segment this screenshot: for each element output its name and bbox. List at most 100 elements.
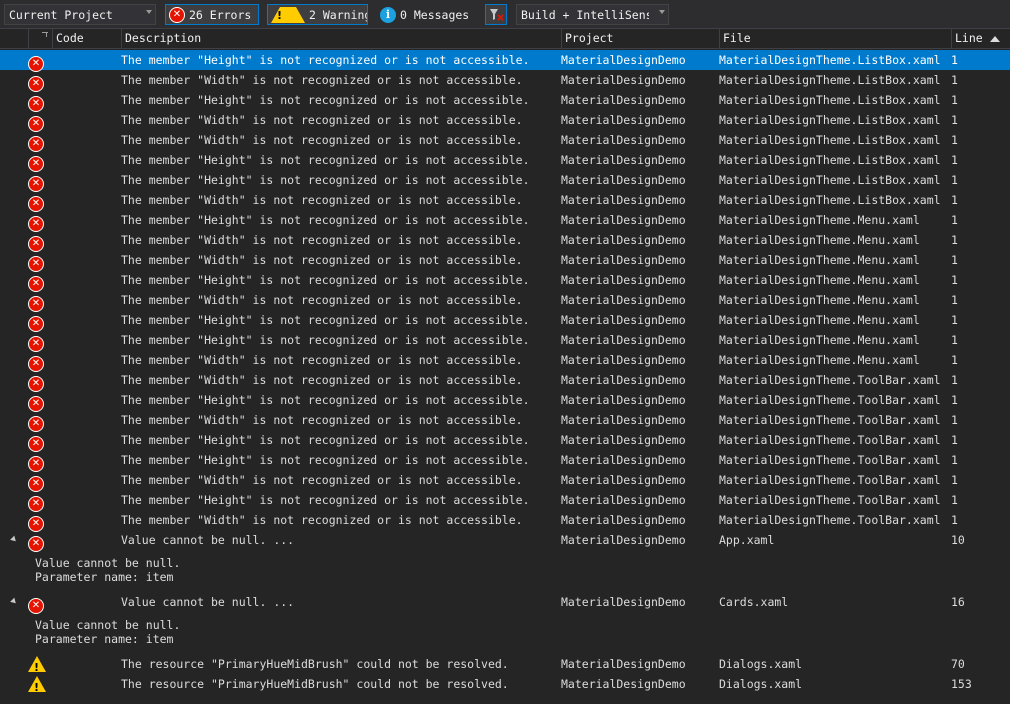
row-line: 1: [951, 293, 958, 307]
table-row[interactable]: ✕ The member "Width" is not recognized or…: [0, 470, 1010, 492]
table-row[interactable]: ✕ The member "Height" is not recognized o…: [0, 430, 1010, 452]
row-severity-icon-cell: ✕: [28, 392, 44, 412]
scope-label: Current Project: [9, 7, 113, 22]
column-header-line[interactable]: Line: [951, 29, 1010, 48]
messages-toggle-button[interactable]: i 0 Messages: [376, 4, 478, 25]
row-file: MaterialDesignTheme.Menu.xaml: [719, 333, 920, 347]
row-project: MaterialDesignDemo: [561, 413, 686, 427]
row-project: MaterialDesignDemo: [561, 293, 686, 307]
table-row[interactable]: ✕ Value cannot be null. ... MaterialDesign…: [0, 592, 1010, 614]
table-row[interactable]: ✕ The member "Height" is not recognized o…: [0, 210, 1010, 232]
row-description: The member "Width" is not recognized or …: [121, 353, 523, 367]
row-project: MaterialDesignDemo: [561, 253, 686, 267]
row-severity-icon-cell: ✕: [28, 452, 44, 472]
table-row[interactable]: ! The resource "PrimaryHueMidBrush" could…: [0, 654, 1010, 674]
row-project: MaterialDesignDemo: [561, 353, 686, 367]
row-detail: Value cannot be null. Parameter name: ite…: [0, 550, 1010, 592]
row-project: MaterialDesignDemo: [561, 53, 686, 67]
column-header-row: Code Description Project File Line: [0, 29, 1010, 49]
row-line: 1: [951, 473, 958, 487]
row-line: 1: [951, 493, 958, 507]
table-row[interactable]: ✕ The member "Width" is not recognized or…: [0, 370, 1010, 392]
row-line: 1: [951, 193, 958, 207]
table-row[interactable]: ✕ The member "Width" is not recognized or…: [0, 190, 1010, 212]
warnings-count-label: 2 Warnings: [309, 7, 367, 22]
row-description: The member "Height" is not recognized or…: [121, 173, 530, 187]
table-row[interactable]: ✕ The member "Height" is not recognized o…: [0, 90, 1010, 112]
row-line: 10: [951, 533, 965, 547]
column-header-line-label: Line: [955, 31, 983, 45]
column-header-category[interactable]: [28, 29, 52, 48]
table-row[interactable]: ✕ The member "Width" is not recognized or…: [0, 410, 1010, 432]
table-row[interactable]: ✕ The member "Height" is not recognized o…: [0, 150, 1010, 172]
row-line: 1: [951, 433, 958, 447]
row-description: The member "Width" is not recognized or …: [121, 73, 523, 87]
table-row[interactable]: ✕ The member "Height" is not recognized o…: [0, 170, 1010, 192]
expand-arrow-icon[interactable]: [10, 535, 18, 544]
row-line: 1: [951, 273, 958, 287]
row-description: The member "Height" is not recognized or…: [121, 53, 530, 67]
row-file: MaterialDesignTheme.Menu.xaml: [719, 353, 920, 367]
column-header-description[interactable]: Description: [121, 29, 561, 48]
row-severity-icon-cell: ✕: [28, 492, 44, 512]
row-description: The member "Height" is not recognized or…: [121, 393, 530, 407]
table-row[interactable]: ✕ The member "Width" is not recognized or…: [0, 130, 1010, 152]
row-description: The member "Width" is not recognized or …: [121, 513, 523, 527]
table-row[interactable]: ✕ The member "Width" is not recognized or…: [0, 250, 1010, 272]
table-row[interactable]: ! The resource "PrimaryHueMidBrush" could…: [0, 674, 1010, 694]
table-row[interactable]: ✕ The member "Height" is not recognized o…: [0, 330, 1010, 352]
row-description: The member "Height" is not recognized or…: [121, 313, 530, 327]
row-project: MaterialDesignDemo: [561, 93, 686, 107]
row-description: The member "Width" is not recognized or …: [121, 373, 523, 387]
error-list-toolbar: Current Project ✕ 26 Errors ! 2 Warnings…: [0, 0, 1010, 29]
errors-count-label: 26 Errors: [189, 7, 252, 22]
table-row[interactable]: ✕ The member "Height" is not recognized o…: [0, 310, 1010, 332]
expand-arrow-icon[interactable]: [10, 597, 18, 606]
row-project: MaterialDesignDemo: [561, 333, 686, 347]
row-file: MaterialDesignTheme.Menu.xaml: [719, 273, 920, 287]
column-header-file[interactable]: File: [719, 29, 951, 48]
row-description: Value cannot be null. ...: [121, 595, 295, 609]
table-row[interactable]: ✕ The member "Width" is not recognized or…: [0, 110, 1010, 132]
row-file: MaterialDesignTheme.ListBox.xaml: [719, 113, 941, 127]
table-row[interactable]: ✕ Value cannot be null. ... MaterialDesign…: [0, 530, 1010, 552]
row-file: MaterialDesignTheme.ListBox.xaml: [719, 73, 941, 87]
row-description: The member "Height" is not recognized or…: [121, 333, 530, 347]
row-file: MaterialDesignTheme.ListBox.xaml: [719, 133, 941, 147]
table-row[interactable]: ✕ The member "Width" is not recognized or…: [0, 290, 1010, 312]
row-file: MaterialDesignTheme.Menu.xaml: [719, 313, 920, 327]
row-severity-icon-cell: ✕: [28, 432, 44, 452]
table-row[interactable]: ✕ The member "Height" is not recognized o…: [0, 490, 1010, 512]
messages-count-label: 0 Messages: [400, 7, 470, 22]
row-line: 153: [951, 677, 972, 691]
table-row[interactable]: ✕ The member "Width" is not recognized or…: [0, 350, 1010, 372]
table-row[interactable]: ✕ The member "Width" is not recognized or…: [0, 510, 1010, 532]
table-row[interactable]: ✕ The member "Width" is not recognized or…: [0, 70, 1010, 92]
filter-button[interactable]: [485, 4, 507, 25]
info-icon: i: [380, 6, 396, 23]
row-detail-line: Value cannot be null.: [35, 618, 181, 632]
row-description: The member "Width" is not recognized or …: [121, 113, 523, 127]
row-severity-icon-cell: ✕: [28, 72, 44, 92]
column-header-project[interactable]: Project: [561, 29, 719, 48]
errors-toggle-button[interactable]: ✕ 26 Errors: [165, 4, 259, 25]
row-severity-icon-cell: ✕: [28, 332, 44, 352]
row-file: MaterialDesignTheme.ListBox.xaml: [719, 173, 941, 187]
column-header-code[interactable]: Code: [52, 29, 121, 48]
table-row[interactable]: ✕ The member "Width" is not recognized or…: [0, 230, 1010, 252]
table-row[interactable]: ✕ The member "Height" is not recognized o…: [0, 50, 1010, 72]
table-row[interactable]: ✕ The member "Height" is not recognized o…: [0, 390, 1010, 412]
row-file: MaterialDesignTheme.ToolBar.xaml: [719, 413, 941, 427]
error-list-rows: ✕ The member "Height" is not recognized o…: [0, 50, 1010, 694]
row-file: MaterialDesignTheme.ToolBar.xaml: [719, 513, 941, 527]
scope-dropdown[interactable]: Current Project: [4, 4, 156, 25]
table-row[interactable]: ✕ The member "Height" is not recognized o…: [0, 450, 1010, 472]
row-description: The member "Width" is not recognized or …: [121, 413, 523, 427]
build-filter-dropdown[interactable]: Build + IntelliSense: [516, 4, 669, 25]
row-line: 1: [951, 313, 958, 327]
table-row[interactable]: ✕ The member "Height" is not recognized o…: [0, 270, 1010, 292]
warnings-toggle-button[interactable]: ! 2 Warnings: [267, 4, 368, 25]
row-description: The member "Height" is not recognized or…: [121, 453, 530, 467]
row-project: MaterialDesignDemo: [561, 153, 686, 167]
row-file: MaterialDesignTheme.ListBox.xaml: [719, 53, 941, 67]
